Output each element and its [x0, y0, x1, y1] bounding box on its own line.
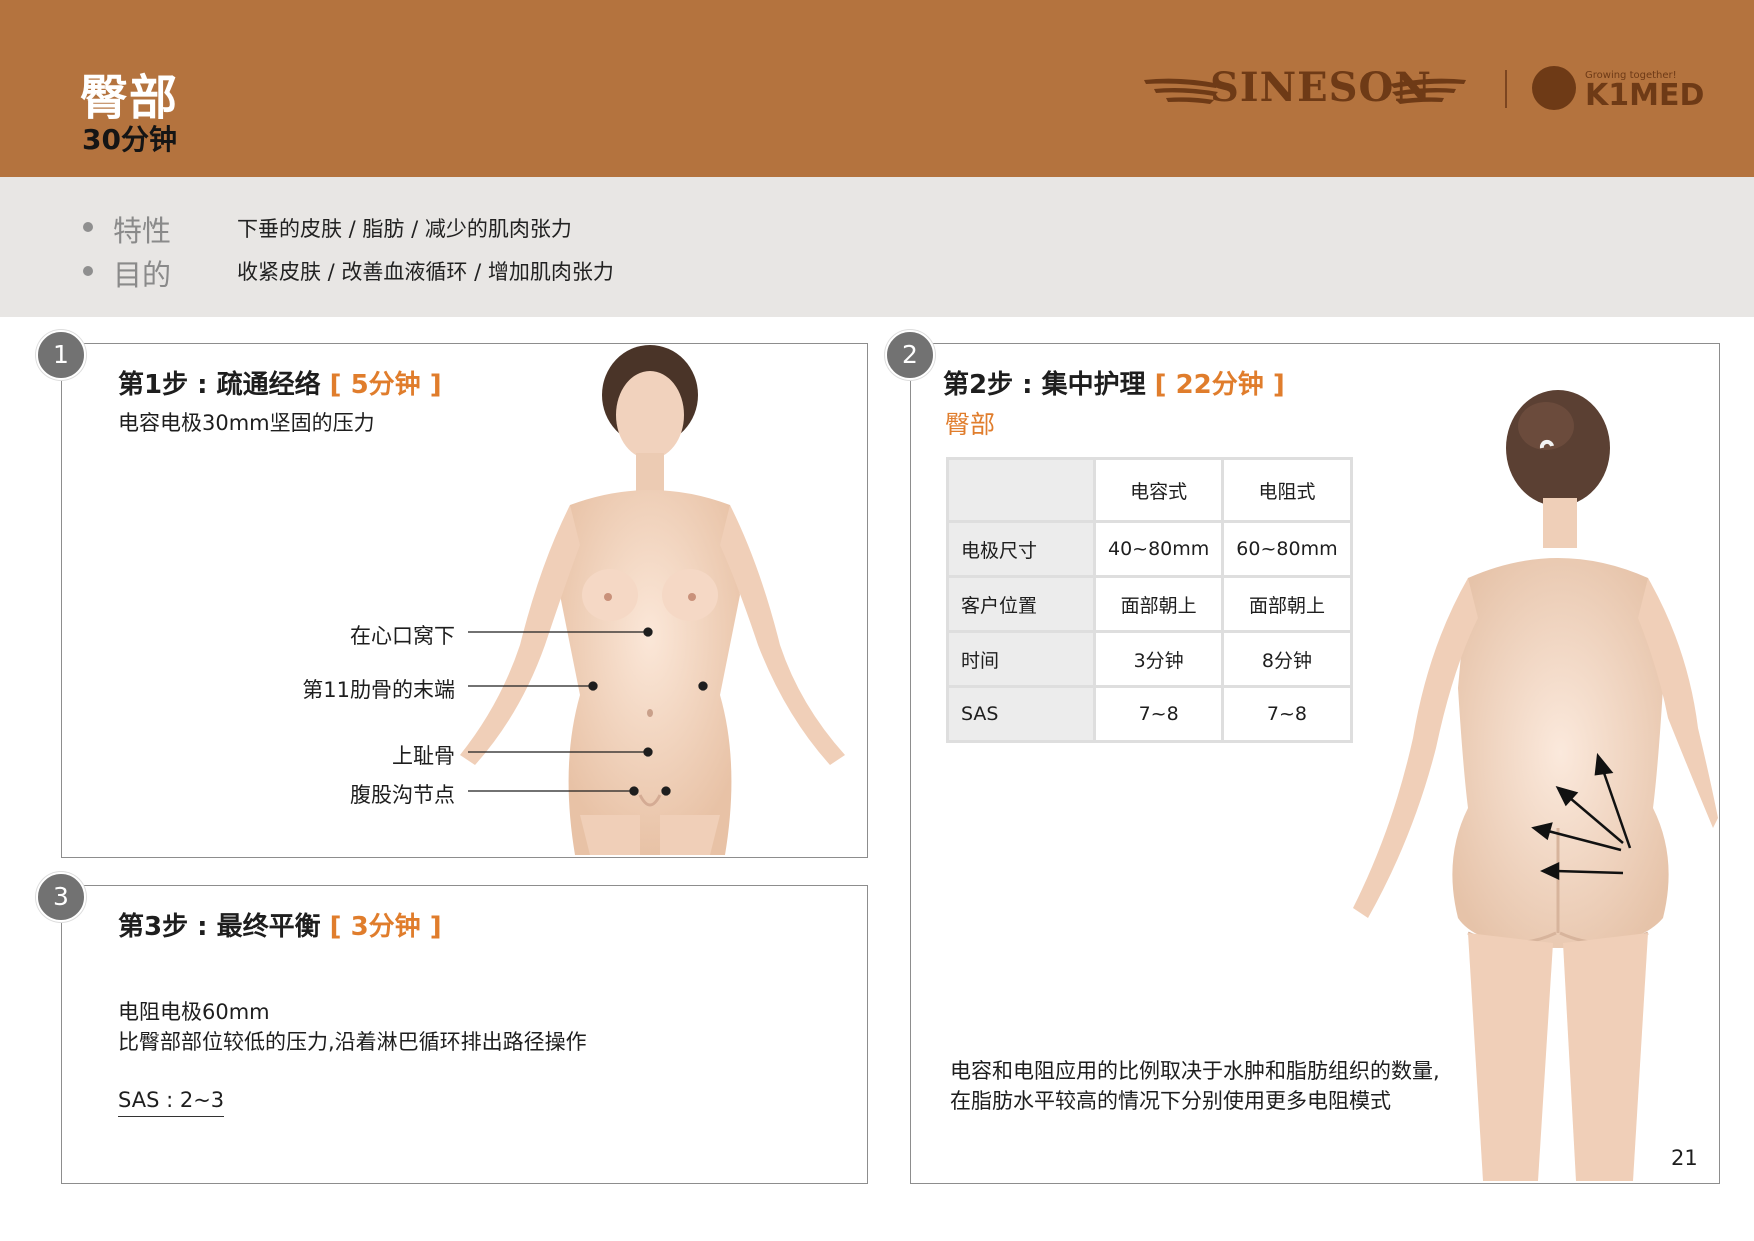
table-cell: 7~8	[1092, 685, 1225, 743]
table-cell: 60~80mm	[1221, 520, 1353, 578]
k1med-logo-icon	[1532, 66, 1576, 110]
table-row: 客户位置 面部朝上 面部朝上	[946, 575, 1353, 633]
table-header-cell	[946, 457, 1096, 523]
point-label-11th-rib: 第11肋骨的末端	[302, 678, 455, 702]
info-text-feature: 下垂的皮肤 / 脂肪 / 减少的肌肉张力	[237, 217, 572, 241]
step3-title: 第3步 : 最终平衡 [ 3分钟 ]	[118, 906, 442, 943]
step1-badge: 1	[36, 330, 86, 380]
bullet-icon	[83, 222, 93, 232]
table-header-row: 电容式 电阻式	[946, 457, 1353, 523]
table-row-label: 客户位置	[946, 575, 1096, 633]
step2-note-line2: 在脂肪水平较高的情况下分别使用更多电阻模式	[950, 1089, 1391, 1113]
point-label-suprapubic: 上耻骨	[392, 744, 455, 768]
step3-time: [ 3分钟 ]	[329, 912, 442, 942]
step2-note-line1: 电容和电阻应用的比例取决于水肿和脂肪组织的数量,	[950, 1059, 1440, 1083]
total-duration: 30分钟	[82, 123, 177, 156]
bullet-icon	[83, 266, 93, 276]
table-header-cell: 电容式	[1092, 457, 1225, 523]
point-label-below-sternum: 在心口窝下	[350, 624, 455, 648]
step1-title: 第1步 : 疏通经络 [ 5分钟 ]	[118, 364, 442, 401]
step3-title-text: 第3步 : 最终平衡	[118, 912, 321, 942]
step2-title-text: 第2步 : 集中护理	[943, 370, 1146, 400]
table-cell: 面部朝上	[1092, 575, 1225, 633]
step2-area: 臀部	[945, 410, 996, 439]
table-row-label: SAS	[946, 685, 1096, 743]
table-row-label: 时间	[946, 630, 1096, 688]
parameters-table: 电容式 电阻式 电极尺寸 40~80mm 60~80mm 客户位置 面部朝上 面…	[946, 457, 1353, 743]
step3-line1: 电阻电极60mm	[118, 1000, 270, 1024]
leader-lines	[468, 627, 708, 796]
table-cell: 3分钟	[1092, 630, 1225, 688]
step1-title-text: 第1步 : 疏通经络	[118, 370, 321, 400]
sineson-logo-text: SINESON	[1210, 64, 1432, 111]
step3-sas: SAS : 2~3	[118, 1088, 225, 1117]
page-number: 21	[1671, 1146, 1698, 1170]
k1med-logo-text: K1MED	[1585, 78, 1705, 113]
table-header-cell: 电阻式	[1221, 457, 1353, 523]
step2-badge: 2	[885, 330, 935, 380]
step3-line2: 比臀部部位较低的压力,沿着淋巴循环排出路径操作	[118, 1030, 587, 1054]
step1-time: [ 5分钟 ]	[329, 370, 442, 400]
table-cell: 8分钟	[1221, 630, 1353, 688]
info-band	[0, 177, 1754, 317]
header-band	[0, 0, 1754, 177]
table-row-label: 电极尺寸	[946, 520, 1096, 578]
table-cell: 面部朝上	[1221, 575, 1353, 633]
point-label-inguinal-node: 腹股沟节点	[350, 783, 455, 807]
table-cell: 40~80mm	[1092, 520, 1225, 578]
step2-title: 第2步 : 集中护理 [ 22分钟 ]	[943, 364, 1285, 401]
table-row: 电极尺寸 40~80mm 60~80mm	[946, 520, 1353, 578]
table-row: 时间 3分钟 8分钟	[946, 630, 1353, 688]
table-row: SAS 7~8 7~8	[946, 685, 1353, 743]
step3-badge: 3	[36, 872, 86, 922]
info-label-purpose: 目的	[113, 258, 172, 292]
step1-description: 电容电极30mm坚固的压力	[118, 411, 375, 435]
logo-divider	[1505, 70, 1507, 108]
table-cell: 7~8	[1221, 685, 1353, 743]
info-text-purpose: 收紧皮肤 / 改善血液循环 / 增加肌肉张力	[237, 260, 614, 284]
info-label-feature: 特性	[113, 214, 172, 248]
step2-time: [ 22分钟 ]	[1154, 370, 1285, 400]
